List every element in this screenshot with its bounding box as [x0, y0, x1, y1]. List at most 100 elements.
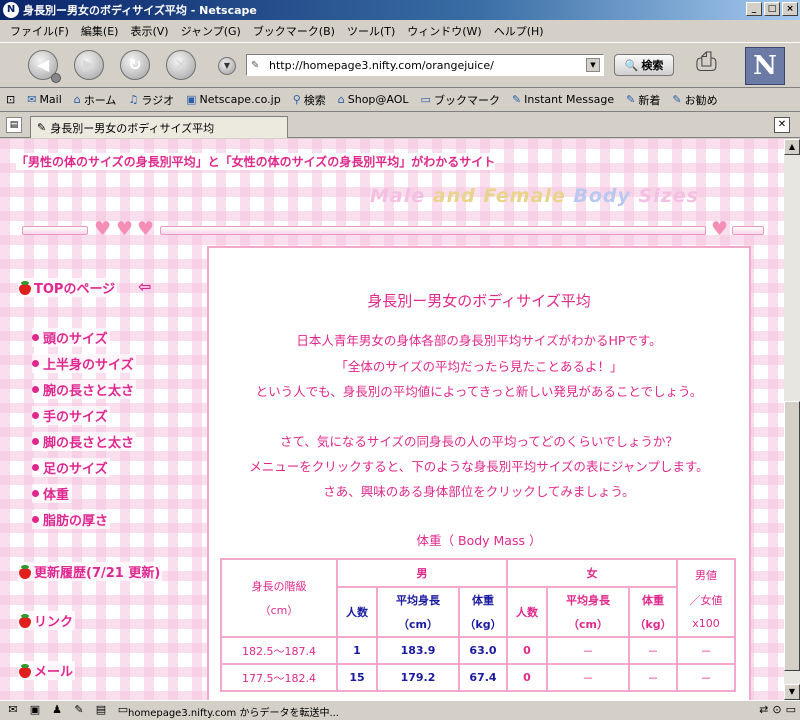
- toolbar-home-tab-icon[interactable]: ⊡: [0, 93, 21, 106]
- history-dropdown-button[interactable]: ▼: [218, 57, 236, 75]
- sidebar-links-link[interactable]: リンク: [18, 611, 76, 630]
- cell-ratio: －: [676, 636, 736, 665]
- cell-female-height: －: [546, 636, 630, 665]
- maximize-button[interactable]: □: [764, 2, 780, 16]
- menu-tools[interactable]: ツール(T): [341, 23, 401, 39]
- netscape-logo[interactable]: N: [745, 47, 785, 85]
- bookmark-home[interactable]: ⌂ ホーム: [68, 92, 123, 108]
- bookmark-netscape[interactable]: ▣ Netscape.co.jp: [180, 93, 287, 106]
- header-text: 体重: [472, 594, 494, 607]
- guide-line: さあ、興味のある身体部位をクリックしてみましょう。: [323, 484, 635, 499]
- tab-current-page[interactable]: ✎ 身長別ー男女のボディサイズ平均: [30, 116, 288, 138]
- tab-bar: ▤ ✎ 身長別ー男女のボディサイズ平均 ✕: [0, 113, 800, 138]
- bookmark-label: Instant Message: [524, 93, 615, 106]
- url-input[interactable]: [269, 56, 586, 74]
- status-browser-icon[interactable]: ▣: [26, 703, 44, 719]
- header-female-avg-height: 平均身長 （cm）: [546, 586, 630, 638]
- vertical-scrollbar[interactable]: ▲ ▼: [784, 139, 800, 700]
- heart-icon: ♥: [94, 218, 112, 240]
- logo-word: and Female: [432, 185, 566, 207]
- sidebar-top-link[interactable]: TOPのページ: [18, 278, 118, 297]
- menu-window[interactable]: ウィンドウ(W): [401, 23, 487, 39]
- bullet-icon: [32, 438, 39, 445]
- url-bar[interactable]: ✎ ▼: [246, 54, 604, 76]
- bookmark-recommended[interactable]: ✎ お勧め: [666, 92, 723, 108]
- bookmark-instant-message[interactable]: ✎ Instant Message: [506, 93, 620, 106]
- cell-male-weight: 67.4: [458, 663, 508, 692]
- status-menu-icon[interactable]: ▭: [786, 703, 796, 716]
- sidebar-item-leg[interactable]: 脚の長さと太さ: [32, 432, 137, 451]
- bookmark-new[interactable]: ✎ 新着: [620, 92, 666, 108]
- status-composer-icon[interactable]: ✎: [70, 703, 88, 719]
- menu-bookmarks[interactable]: ブックマーク(B): [247, 23, 341, 39]
- tab-label: 身長別ー男女のボディサイズ平均: [50, 121, 215, 135]
- menu-help[interactable]: ヘルプ(H): [488, 23, 550, 39]
- menu-go[interactable]: ジャンプ(G): [175, 23, 247, 39]
- sidebar-item-weight[interactable]: 体重: [32, 484, 72, 503]
- menu-view[interactable]: 表示(V): [124, 23, 174, 39]
- strawberry-icon: [18, 564, 32, 579]
- bookmark-label: お勧め: [684, 93, 718, 107]
- security-lock-icon[interactable]: ⊙: [772, 703, 781, 716]
- header-text: 男値: [695, 568, 717, 582]
- print-button[interactable]: ⎙: [696, 47, 717, 78]
- sidebar-item-upper-body[interactable]: 上半身のサイズ: [32, 354, 136, 373]
- scrollbar-thumb[interactable]: [784, 401, 800, 671]
- page-icon: ✎: [251, 59, 260, 71]
- guide-line: さて、気になるサイズの同身長の人の平均ってどのくらいでしょうか？: [279, 434, 678, 449]
- scroll-up-icon[interactable]: ▲: [784, 139, 800, 155]
- minimize-button[interactable]: _: [746, 2, 762, 16]
- cell-male-weight: 63.0: [458, 636, 508, 665]
- magnifier-icon: 🔍: [624, 58, 639, 72]
- forward-button[interactable]: ▶: [74, 50, 104, 80]
- left-arrow-icon: ⇦: [138, 277, 152, 296]
- new-tab-icon[interactable]: ▤: [6, 117, 22, 133]
- search-button[interactable]: 🔍 検索: [614, 54, 674, 76]
- header-male-avg-height: 平均身長 （cm）: [376, 586, 460, 638]
- window-title: 身長別ー男女のボディサイズ平均 - Netscape: [23, 4, 257, 17]
- close-window-button[interactable]: ×: [782, 2, 798, 16]
- bookmark-label: ラジオ: [141, 93, 175, 107]
- status-address-book-icon[interactable]: ▤: [92, 703, 110, 719]
- sidebar-item-foot[interactable]: 足のサイズ: [32, 458, 110, 477]
- close-tab-button[interactable]: ✕: [774, 117, 790, 133]
- scroll-down-icon[interactable]: ▼: [784, 684, 800, 700]
- stop-button[interactable]: ✕: [166, 50, 196, 80]
- menu-edit[interactable]: 編集(E): [75, 23, 125, 39]
- sidebar-label: 体重: [43, 488, 70, 503]
- bullet-icon: [32, 412, 39, 419]
- back-button[interactable]: ◀: [28, 50, 61, 83]
- url-dropdown-icon[interactable]: ▼: [586, 58, 600, 72]
- menu-file[interactable]: ファイル(F): [4, 23, 75, 39]
- table-row: 177.5～182.4 15 179.2 67.4 0 － － －: [220, 663, 736, 692]
- table-caption: 体重（ Body Mass ）: [416, 533, 542, 548]
- bookmark-radio[interactable]: ♫ ラジオ: [122, 92, 180, 108]
- sidebar-history-link[interactable]: 更新履歴(7/21 更新): [18, 562, 163, 581]
- bookmark-shop[interactable]: ⌂ Shop@AOL: [332, 93, 415, 106]
- sidebar-item-arm[interactable]: 腕の長さと太さ: [32, 380, 137, 399]
- cell-range: 182.5～187.4: [220, 636, 338, 665]
- bookmark-search[interactable]: ⚲ 検索: [287, 92, 332, 108]
- status-bar: ✉ ▣ ♟ ✎ ▤ ▭ homepage3.nifty.com からデータを転送…: [0, 700, 800, 720]
- sidebar-item-head[interactable]: 頭のサイズ: [32, 328, 110, 347]
- sidebar-mail-link[interactable]: メール: [18, 661, 76, 680]
- ribbon-divider: [22, 226, 88, 235]
- status-mail-icon[interactable]: ✉: [4, 703, 22, 719]
- bookmark-label: ホーム: [83, 93, 117, 107]
- header-ratio: 男値 ／女値 x100: [676, 558, 736, 638]
- search-button-label: 検索: [641, 59, 664, 72]
- bookmark-mail[interactable]: ✉ Mail: [21, 93, 68, 106]
- reload-button[interactable]: ↻: [120, 50, 150, 80]
- header-text: （cm）: [259, 604, 299, 617]
- bookmark-label: 検索: [303, 93, 326, 107]
- bookmark-folder[interactable]: ▭ ブックマーク: [415, 92, 506, 108]
- header-male: 男: [336, 558, 508, 588]
- site-logo: Male and Female Body Sizes: [370, 185, 699, 207]
- sidebar-item-fat[interactable]: 脂肪の厚さ: [32, 510, 111, 529]
- title-bar[interactable]: N 身長別ー男女のボディサイズ平均 - Netscape _ □ ×: [0, 0, 800, 20]
- bookmark-label: 新着: [638, 93, 661, 107]
- status-aim-icon[interactable]: ♟: [48, 703, 66, 719]
- sidebar-item-hand[interactable]: 手のサイズ: [32, 406, 110, 425]
- header-text: （kg）: [634, 618, 672, 631]
- online-status-icon[interactable]: ⇄: [759, 703, 768, 716]
